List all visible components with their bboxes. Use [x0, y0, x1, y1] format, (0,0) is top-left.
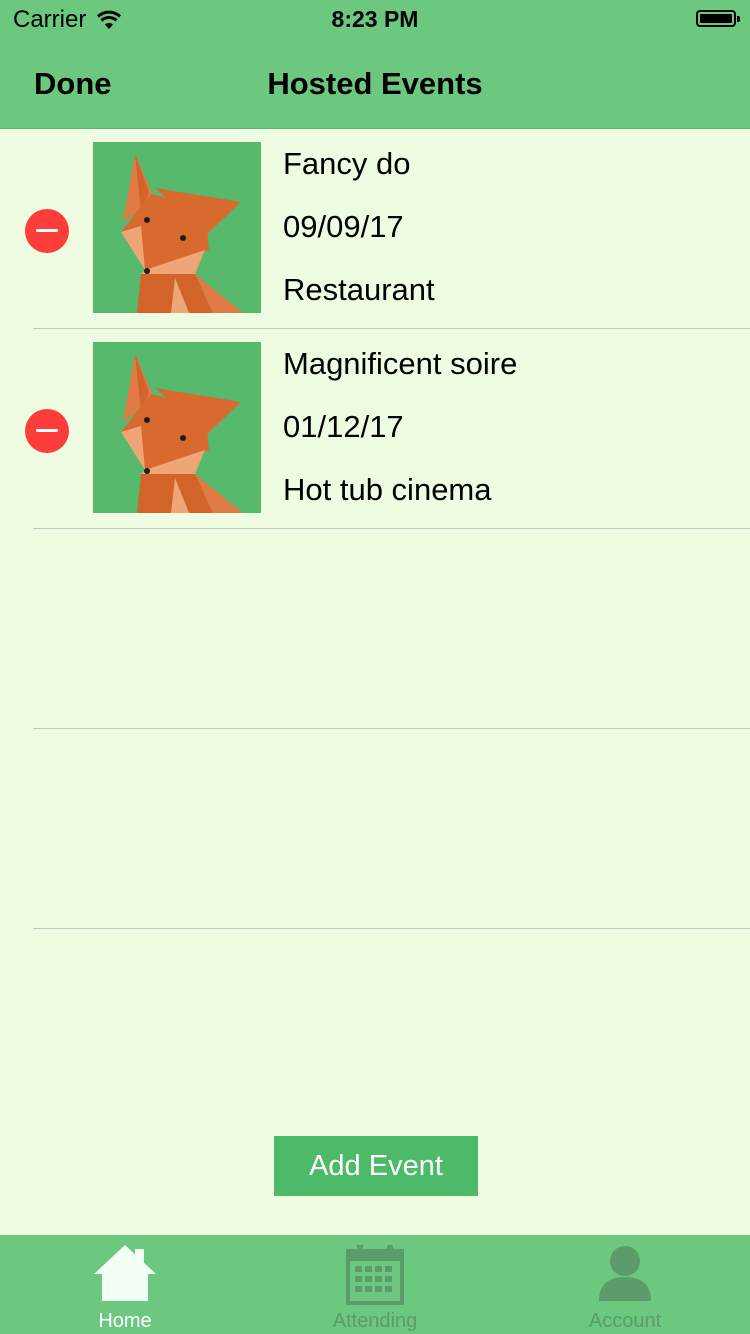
home-icon: [94, 1245, 156, 1301]
navigation-bar: Done Hosted Events: [0, 40, 750, 129]
event-date: 01/12/17: [283, 409, 404, 444]
page-title: Hosted Events: [267, 66, 483, 101]
status-time: 8:23 PM: [331, 6, 419, 32]
calendar-icon: [346, 1245, 404, 1305]
tab-attending[interactable]: Attending: [250, 1235, 500, 1334]
event-location: Hot tub cinema: [283, 472, 492, 507]
fox-image: [93, 142, 261, 313]
empty-row: [0, 729, 750, 929]
event-row[interactable]: Magnificent soire 01/12/17 Hot tub cinem…: [0, 329, 750, 529]
row-separator: [33, 928, 750, 929]
battery-icon: [696, 10, 740, 27]
tab-home[interactable]: Home: [0, 1235, 250, 1334]
person-icon: [599, 1246, 651, 1301]
tab-bar: Home Attending Account: [0, 1235, 750, 1334]
tab-account-label: Account: [588, 1310, 662, 1332]
event-name: Magnificent soire: [283, 346, 518, 381]
tab-attending-label: Attending: [332, 1310, 418, 1332]
empty-row: [0, 529, 750, 729]
event-date: 09/09/17: [283, 209, 404, 244]
tab-account[interactable]: Account: [500, 1235, 750, 1334]
add-event-button[interactable]: Add Event: [274, 1136, 478, 1196]
status-bar: Carrier 8:23 PM: [0, 0, 750, 40]
delete-icon[interactable]: [25, 409, 69, 453]
event-list: Fancy do 09/09/17 Restaurant Magnificent…: [0, 129, 750, 929]
event-location: Restaurant: [283, 272, 435, 307]
delete-icon[interactable]: [25, 209, 69, 253]
event-name: Fancy do: [283, 146, 411, 181]
fox-image: [93, 342, 261, 513]
event-row[interactable]: Fancy do 09/09/17 Restaurant: [0, 129, 750, 329]
tab-home-label: Home: [98, 1310, 152, 1332]
